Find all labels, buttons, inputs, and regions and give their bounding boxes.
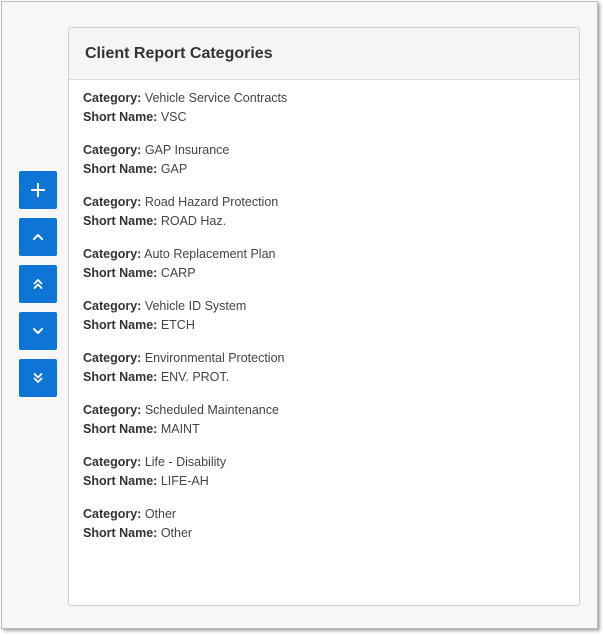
category-value: Scheduled Maintenance xyxy=(144,403,279,417)
double-chevron-down-icon xyxy=(31,371,45,385)
window-frame: Client Report Categories Category: Vehic… xyxy=(1,1,598,629)
short-name-label: Short Name: xyxy=(83,318,158,332)
short-name-value: LIFE-AH xyxy=(160,474,209,488)
double-chevron-up-icon xyxy=(31,277,45,291)
chevron-down-icon xyxy=(31,324,45,338)
short-name-label: Short Name: xyxy=(83,422,158,436)
move-to-bottom-button[interactable] xyxy=(19,359,57,397)
short-name-label: Short Name: xyxy=(83,370,158,384)
category-label: Category: xyxy=(83,299,142,313)
move-to-top-button[interactable] xyxy=(19,265,57,303)
short-name-line: Short Name: ROAD Haz. xyxy=(83,212,565,231)
category-value: GAP Insurance xyxy=(144,143,230,157)
category-line: Category: Road Hazard Protection xyxy=(83,193,565,212)
category-label: Category: xyxy=(83,247,142,261)
chevron-up-icon xyxy=(31,230,45,244)
short-name-line: Short Name: ETCH xyxy=(83,316,565,335)
categories-panel: Client Report Categories Category: Vehic… xyxy=(68,27,580,606)
category-label: Category: xyxy=(83,507,142,521)
short-name-line: Short Name: GAP xyxy=(83,160,565,179)
move-up-button[interactable] xyxy=(19,218,57,256)
short-name-label: Short Name: xyxy=(83,162,158,176)
list-item[interactable]: Category: Road Hazard Protection Short N… xyxy=(83,193,565,231)
category-label: Category: xyxy=(83,195,142,209)
category-line: Category: Vehicle ID System xyxy=(83,297,565,316)
short-name-value: ROAD Haz. xyxy=(160,214,227,228)
short-name-value: Other xyxy=(160,526,193,540)
short-name-label: Short Name: xyxy=(83,526,158,540)
category-line: Category: Scheduled Maintenance xyxy=(83,401,565,420)
move-down-button[interactable] xyxy=(19,312,57,350)
reorder-toolbar xyxy=(19,171,57,406)
category-line: Category: Life - Disability xyxy=(83,453,565,472)
category-value: Vehicle ID System xyxy=(144,299,247,313)
list-item[interactable]: Category: GAP Insurance Short Name: GAP xyxy=(83,141,565,179)
list-item[interactable]: Category: Life - Disability Short Name: … xyxy=(83,453,565,491)
add-button[interactable] xyxy=(19,171,57,209)
short-name-line: Short Name: Other xyxy=(83,524,565,543)
panel-header: Client Report Categories xyxy=(69,28,579,80)
category-label: Category: xyxy=(83,143,142,157)
panel-title: Client Report Categories xyxy=(85,44,273,62)
short-name-label: Short Name: xyxy=(83,214,158,228)
short-name-value: ETCH xyxy=(160,318,195,332)
short-name-label: Short Name: xyxy=(83,474,158,488)
short-name-line: Short Name: MAINT xyxy=(83,420,565,439)
short-name-value: CARP xyxy=(160,266,196,280)
list-item[interactable]: Category: Auto Replacement Plan Short Na… xyxy=(83,245,565,283)
category-value: Life - Disability xyxy=(144,455,227,469)
category-value: Road Hazard Protection xyxy=(144,195,279,209)
short-name-value: MAINT xyxy=(160,422,200,436)
category-line: Category: Vehicle Service Contracts xyxy=(83,89,565,108)
category-value: Auto Replacement Plan xyxy=(144,247,276,261)
category-label: Category: xyxy=(83,403,142,417)
list-item[interactable]: Category: Scheduled Maintenance Short Na… xyxy=(83,401,565,439)
category-line: Category: Auto Replacement Plan xyxy=(83,245,565,264)
list-item[interactable]: Category: Vehicle ID System Short Name: … xyxy=(83,297,565,335)
short-name-value: ENV. PROT. xyxy=(160,370,230,384)
short-name-label: Short Name: xyxy=(83,266,158,280)
category-value: Vehicle Service Contracts xyxy=(144,91,288,105)
category-label: Category: xyxy=(83,351,142,365)
category-label: Category: xyxy=(83,91,142,105)
category-list: Category: Vehicle Service Contracts Shor… xyxy=(69,80,579,543)
short-name-value: GAP xyxy=(160,162,188,176)
short-name-line: Short Name: CARP xyxy=(83,264,565,283)
category-line: Category: GAP Insurance xyxy=(83,141,565,160)
category-line: Category: Environmental Protection xyxy=(83,349,565,368)
list-item[interactable]: Category: Other Short Name: Other xyxy=(83,505,565,543)
category-line: Category: Other xyxy=(83,505,565,524)
list-item[interactable]: Category: Environmental Protection Short… xyxy=(83,349,565,387)
category-label: Category: xyxy=(83,455,142,469)
short-name-line: Short Name: LIFE-AH xyxy=(83,472,565,491)
plus-icon xyxy=(29,181,47,199)
category-value: Environmental Protection xyxy=(144,351,285,365)
short-name-value: VSC xyxy=(160,110,187,124)
short-name-line: Short Name: VSC xyxy=(83,108,565,127)
short-name-label: Short Name: xyxy=(83,110,158,124)
category-value: Other xyxy=(144,507,177,521)
short-name-line: Short Name: ENV. PROT. xyxy=(83,368,565,387)
list-item[interactable]: Category: Vehicle Service Contracts Shor… xyxy=(83,89,565,127)
